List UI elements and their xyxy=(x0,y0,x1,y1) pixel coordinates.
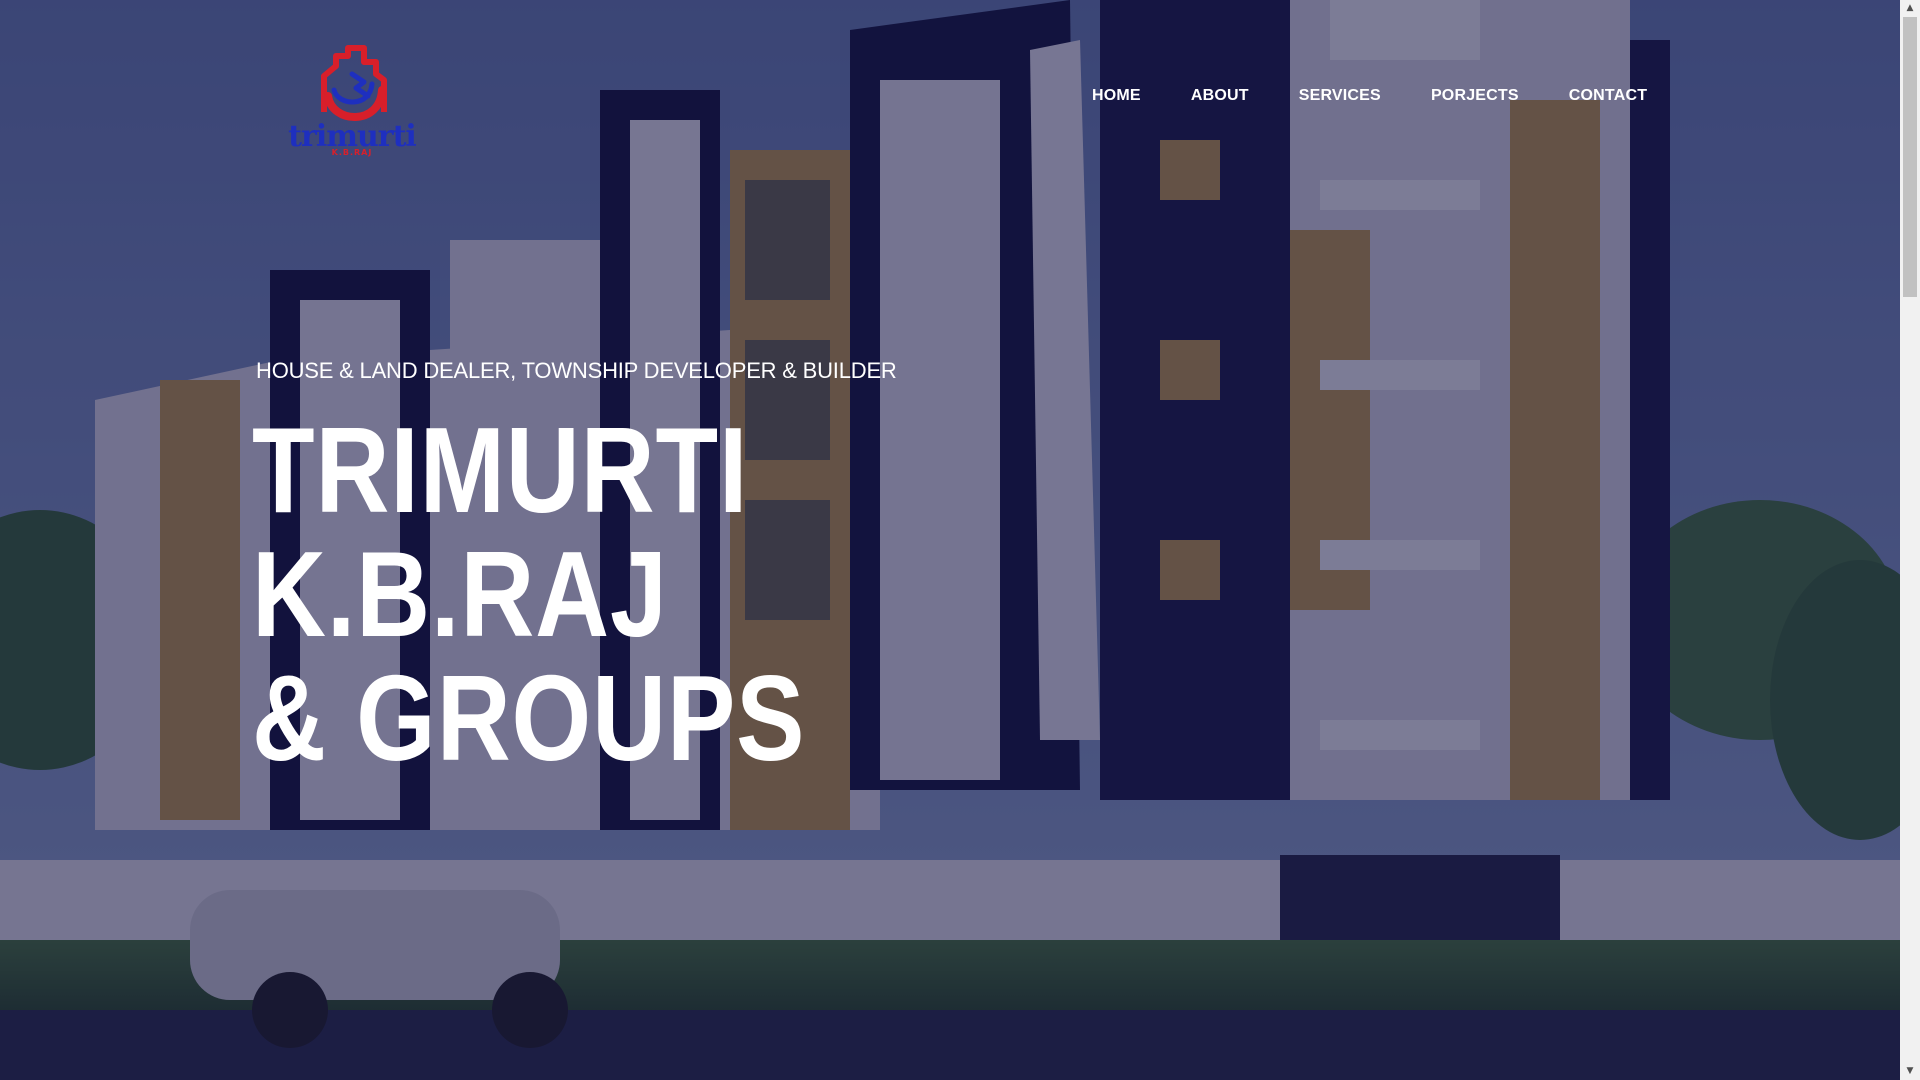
nav-projects[interactable]: PORJECTS xyxy=(1431,84,1519,108)
headline-line-2: K.B.RAJ xyxy=(252,526,668,662)
logo-subtext: K.B.RAJ xyxy=(331,148,373,157)
scroll-down-arrow-icon[interactable]: ▼ xyxy=(1900,1063,1920,1080)
hero-headline: TRIMURTI K.B.RAJ & GROUPS xyxy=(252,408,805,780)
page-scrollbar[interactable]: ▲ ▼ xyxy=(1900,0,1920,1080)
main-nav: HOME ABOUT SERVICES PORJECTS CONTACT xyxy=(1092,84,1647,108)
nav-home[interactable]: HOME xyxy=(1092,84,1141,108)
site-logo[interactable]: trimurti K.B.RAJ xyxy=(272,44,432,164)
headline-line-1: TRIMURTI xyxy=(252,402,749,538)
scroll-thumb[interactable] xyxy=(1903,17,1917,297)
nav-services[interactable]: SERVICES xyxy=(1299,84,1381,108)
nav-contact[interactable]: CONTACT xyxy=(1569,84,1647,108)
headline-line-3: & GROUPS xyxy=(252,650,806,786)
nav-about[interactable]: ABOUT xyxy=(1191,84,1249,108)
page: trimurti K.B.RAJ HOME ABOUT SERVICES POR… xyxy=(0,0,1920,1080)
scroll-up-arrow-icon[interactable]: ▲ xyxy=(1900,0,1920,17)
hero-tagline: HOUSE & LAND DEALER, TOWNSHIP DEVELOPER … xyxy=(256,358,897,383)
